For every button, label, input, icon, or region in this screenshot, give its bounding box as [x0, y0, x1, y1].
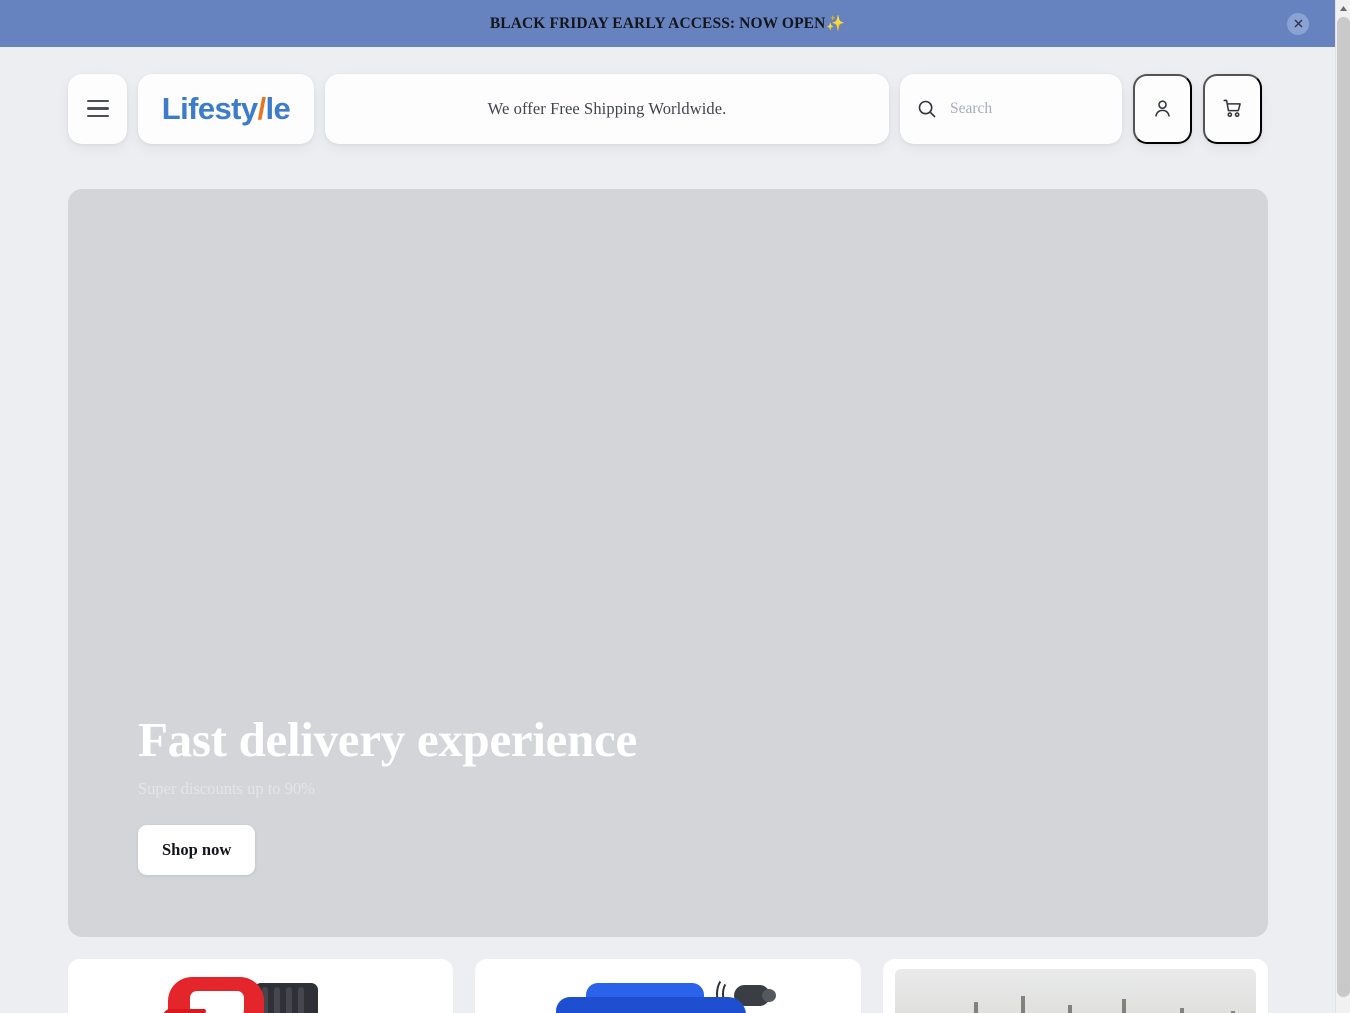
close-icon [1294, 19, 1302, 28]
announcement-bar: We offer Free Shipping Worldwide. [325, 73, 889, 144]
scrollbar-thumb[interactable] [1337, 17, 1350, 997]
product-card[interactable] [882, 959, 1268, 1013]
user-icon [1155, 100, 1170, 117]
page-root: BLACK FRIDAY EARLY ACCESS: NOW OPEN✨ Lif… [0, 0, 1335, 1013]
search-bar[interactable] [900, 73, 1122, 144]
hero-banner[interactable]: Fast delivery experience Super discounts… [68, 189, 1268, 937]
shop-now-button[interactable]: Shop now [138, 825, 256, 875]
logo-slash: / [257, 91, 267, 126]
site-logo[interactable]: Lifesty/le [138, 73, 314, 144]
product-image-red-black-power-tool [68, 959, 453, 1013]
account-button[interactable] [1133, 73, 1192, 144]
hero-content: Fast delivery experience Super discounts… [138, 712, 778, 875]
hero-title: Fast delivery experience [138, 712, 637, 768]
logo-part-1: Lifesty [161, 91, 258, 126]
logo-part-2: le [265, 91, 291, 126]
site-header: Lifesty/le We offer Free Shipping Worldw… [0, 47, 1335, 149]
page-scrollbar[interactable] [1335, 0, 1350, 1013]
product-card[interactable] [475, 959, 861, 1013]
hero-subtitle: Super discounts up to 90% [138, 779, 315, 798]
cart-button[interactable] [1203, 73, 1262, 144]
promo-banner: BLACK FRIDAY EARLY ACCESS: NOW OPEN✨ [0, 0, 1335, 47]
menu-button[interactable] [68, 73, 127, 144]
product-image-winter-forest-photo [894, 969, 1256, 1013]
promo-banner-message: BLACK FRIDAY EARLY ACCESS: NOW OPEN [489, 15, 826, 32]
logo-text: Lifesty/le [161, 91, 291, 126]
sparkles-icon: ✨ [826, 16, 846, 32]
promo-banner-text: BLACK FRIDAY EARLY ACCESS: NOW OPEN✨ [490, 14, 845, 33]
search-icon [918, 100, 936, 117]
hamburger-icon [86, 100, 109, 117]
search-input[interactable] [950, 99, 1110, 118]
scrollbar-up-button[interactable] [1336, 0, 1350, 16]
scroll-up-arrow-icon [1340, 5, 1347, 11]
product-card-strip [68, 959, 1268, 1013]
promo-close-button[interactable] [1287, 12, 1309, 35]
announcement-text: We offer Free Shipping Worldwide. [487, 98, 727, 118]
product-image-blue-pressure-washer [475, 959, 860, 1013]
shopping-cart-icon [1223, 99, 1241, 118]
product-card[interactable] [68, 959, 454, 1013]
browser-viewport: BLACK FRIDAY EARLY ACCESS: NOW OPEN✨ Lif… [0, 0, 1350, 1013]
